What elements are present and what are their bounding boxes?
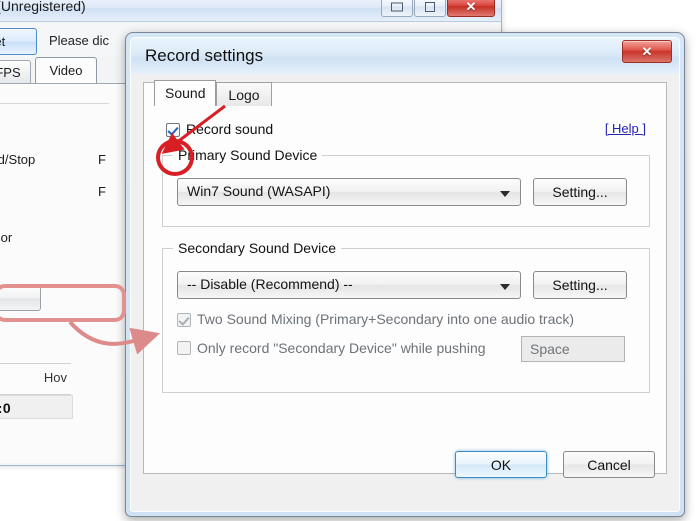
two-sound-mixing-label: Two Sound Mixing (Primary+Secondary into… [197,311,575,327]
only-record-secondary-label: Only record "Secondary Device" while pus… [197,340,486,356]
close-icon: ✕ [465,0,477,14]
screenshot-root: dicam (Unregistered) ✕ rget Please dic a… [0,0,700,521]
record-sound-label: Record sound [186,121,274,137]
only-record-secondary-checkbox[interactable] [177,341,191,355]
record-sound-row: Record sound [ Help ] [166,121,652,141]
dialog-titlebar[interactable]: Record settings ✕ [131,38,679,74]
only-record-secondary-row: Only record "Secondary Device" while pus… [177,336,639,365]
dialog-body: Sound Logo Record sound [ Help ] Primary… [131,74,679,511]
close-button[interactable]: ✕ [447,0,495,17]
pause-hotkey-value[interactable]: F [98,184,106,199]
sound-tab-panel: Sound Logo Record sound [ Help ] Primary… [143,80,667,474]
recording-timer: 00:00:0 [0,395,73,419]
background-window-controls: ✕ [381,0,495,17]
record-settings-dialog: Record settings ✕ Sound Logo Record soun… [125,32,685,517]
record-group-divider [0,103,109,104]
close-icon: ✕ [641,43,653,59]
restore-button[interactable] [414,0,446,17]
primary-sound-device-combo[interactable]: Win7 Sound (WASAPI) [177,178,521,206]
target-button[interactable]: rget [0,28,37,55]
bg-tab-video[interactable]: Video [35,57,97,84]
dialog-inner-frame: Record settings ✕ Sound Logo Record soun… [130,37,680,512]
timer-row: 00:00:0 [0,395,73,421]
secondary-sound-device-group: Secondary Sound Device -- Disable (Recom… [162,240,650,393]
chevron-down-icon [500,284,510,290]
secondary-sound-device-value: -- Disable (Recommend) -- [187,276,353,292]
chevron-down-icon [500,191,510,197]
minimize-button[interactable] [381,0,413,17]
record-stop-label: Record/Stop [0,152,36,167]
secondary-sound-device-legend: Secondary Sound Device [173,240,341,256]
cancel-button[interactable]: Cancel [563,451,655,478]
help-link[interactable]: [ Help ] [605,121,646,136]
primary-setting-button[interactable]: Setting... [533,178,627,206]
tab-sound[interactable]: Sound [154,80,216,106]
primary-sound-device-group: Primary Sound Device Win7 Sound (WASAPI)… [162,147,650,227]
tab-logo[interactable]: Logo [216,82,272,106]
secondary-setting-button[interactable]: Setting... [533,271,627,299]
dialog-title: Record settings [145,46,264,65]
dialog-footer: OK Cancel [131,433,679,511]
two-sound-mixing-row: Two Sound Mixing (Primary+Secondary into… [177,311,639,331]
primary-sound-device-value: Win7 Sound (WASAPI) [187,183,331,199]
how-row: Hov [0,363,71,395]
ok-button[interactable]: OK [455,451,547,478]
background-window-title: dicam (Unregistered) [0,0,86,14]
how-text: Hov [43,370,67,385]
record-stop-hotkey-value[interactable]: F [98,152,106,167]
record-sound-checkbox[interactable] [166,123,180,137]
dialog-close-button[interactable]: ✕ [622,40,672,63]
bg-tab-fps[interactable]: FPS [0,60,31,83]
push-key-field[interactable]: Space [521,336,625,362]
secondary-sound-device-combo[interactable]: -- Disable (Recommend) -- [177,271,521,299]
background-window-titlebar: dicam (Unregistered) ✕ [0,0,501,22]
no-cursor-label: No Cursor [0,230,13,245]
two-sound-mixing-checkbox[interactable] [177,313,191,327]
settings-button[interactable]: Settings [0,286,41,311]
primary-sound-device-legend: Primary Sound Device [173,147,323,163]
